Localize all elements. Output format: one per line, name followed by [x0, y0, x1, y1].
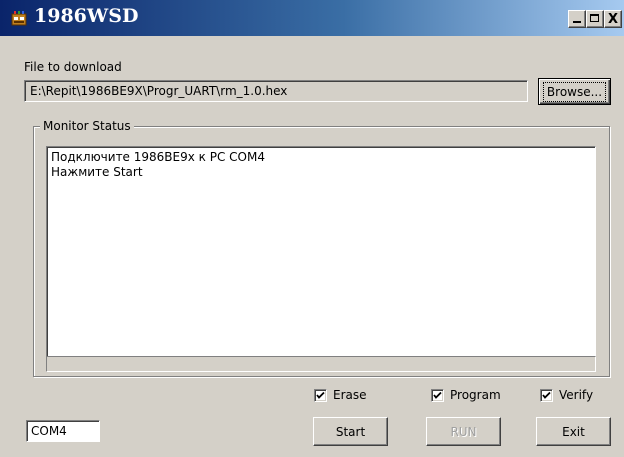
monitor-status-title: Monitor Status	[40, 119, 134, 133]
file-path-field[interactable]: E:\Repit\1986BE9X\Progr_UART\rm_1.0.hex	[24, 80, 528, 102]
maximize-icon	[590, 14, 599, 22]
close-button[interactable]: X	[604, 10, 622, 28]
app-chip-icon[interactable]	[10, 9, 28, 27]
verify-checkbox[interactable]: Verify	[540, 388, 593, 402]
browse-button-label: Browse...	[542, 81, 607, 102]
title-bar[interactable]: 1986WSD X	[0, 0, 624, 36]
start-button[interactable]: Start	[313, 417, 388, 446]
run-button[interactable]: RUN	[426, 417, 501, 446]
file-to-download-label: File to download	[24, 60, 122, 74]
verify-label: Verify	[559, 388, 594, 402]
program-check-box[interactable]	[431, 388, 444, 402]
exit-button[interactable]: Exit	[536, 417, 611, 446]
maximize-button[interactable]	[586, 10, 604, 28]
app-window: 1986WSD X File to download E:\Repit\1986…	[0, 0, 624, 457]
log-line: Подключите 1986BE9x к PC COM4	[51, 150, 265, 164]
erase-check-box[interactable]	[314, 388, 327, 402]
minimize-button[interactable]	[568, 10, 586, 28]
window-title: 1986WSD	[34, 5, 139, 27]
browse-button[interactable]: Browse...	[538, 78, 611, 105]
log-line: Нажмите Start	[51, 165, 143, 179]
monitor-log[interactable]: Подключите 1986BE9x к PC COM4 Нажмите St…	[46, 146, 596, 372]
close-icon: X	[607, 11, 619, 27]
minimize-icon	[573, 21, 581, 23]
erase-label: Erase	[333, 388, 367, 402]
program-checkbox[interactable]: Program	[431, 388, 501, 402]
progress-bar	[46, 356, 596, 372]
program-label: Program	[450, 388, 501, 402]
erase-checkbox[interactable]: Erase	[314, 388, 367, 402]
com-port-input[interactable]: COM4	[26, 420, 100, 442]
verify-check-box[interactable]	[540, 388, 553, 402]
